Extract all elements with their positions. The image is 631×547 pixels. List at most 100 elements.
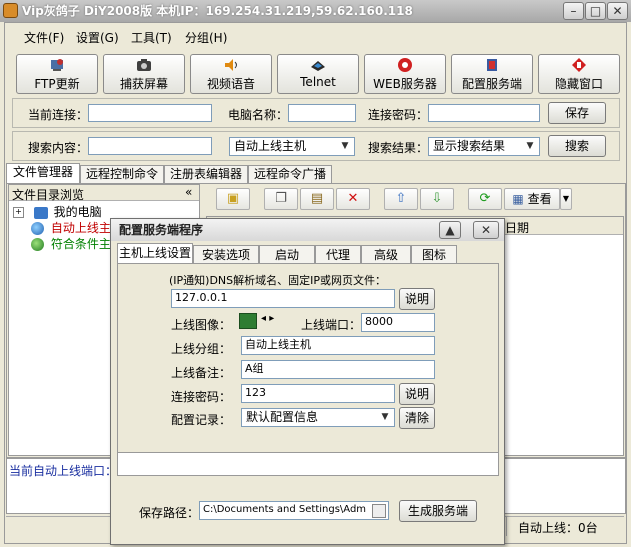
- current-connection-label: 当前连接：: [28, 108, 89, 122]
- tree-item-my-computer[interactable]: + 我的电脑: [13, 204, 102, 220]
- browse-icon[interactable]: [372, 504, 386, 518]
- collapse-icon[interactable]: «: [185, 185, 192, 199]
- generate-server-button[interactable]: 生成服务端: [399, 500, 477, 522]
- web-server-icon: [398, 58, 412, 72]
- web-server-button[interactable]: WEB服务器: [364, 54, 446, 94]
- refresh-button[interactable]: ⟳: [468, 188, 502, 210]
- upload-button[interactable]: ⇧: [384, 188, 418, 210]
- connection-password-field[interactable]: [428, 104, 540, 122]
- search-content-label: 搜索内容：: [28, 141, 89, 155]
- copy-button[interactable]: ❐: [264, 188, 298, 210]
- configure-server-button[interactable]: 配置服务端: [451, 54, 533, 94]
- computer-name-label: 电脑名称：: [228, 108, 289, 122]
- view-icon: ▦: [512, 192, 524, 206]
- search-content-field[interactable]: [88, 137, 212, 155]
- tab-install-options[interactable]: 安装选项: [193, 245, 259, 265]
- dialog-close-button[interactable]: ✕: [473, 221, 499, 239]
- minimize-button[interactable]: –: [563, 2, 584, 20]
- date-column-header[interactable]: 日期: [505, 219, 529, 236]
- globe-icon: [31, 222, 44, 235]
- view-button[interactable]: ▦ 查看: [504, 188, 560, 210]
- tab-remote-control[interactable]: 远程控制命令: [80, 165, 164, 183]
- menu-tools[interactable]: 工具(T): [131, 29, 172, 46]
- tab-startup[interactable]: 启动: [259, 245, 315, 265]
- search-result-select[interactable]: 显示搜索结果 ▼: [428, 137, 540, 156]
- capture-screen-label: 捕获屏幕: [119, 77, 168, 91]
- chevron-down-icon: ▼: [562, 194, 570, 203]
- tab-proxy[interactable]: 代理: [315, 245, 361, 265]
- telnet-icon: [311, 61, 325, 71]
- up-folder-button[interactable]: ▣: [216, 188, 250, 210]
- web-server-label: WEB服务器: [373, 77, 437, 91]
- tree-item-matching-hosts[interactable]: 符合条件主: [31, 236, 111, 252]
- refresh-icon: ⟳: [479, 191, 491, 206]
- toolbar: FTP更新 捕获屏幕 视频语音 Telnet WEB服务器 配置服务端 隐藏窗口: [16, 54, 620, 94]
- dns-field[interactable]: 127.0.0.1: [171, 289, 395, 308]
- menu-group[interactable]: 分组(H): [185, 29, 227, 46]
- ftp-update-button[interactable]: FTP更新: [16, 54, 98, 94]
- delete-button[interactable]: ✕: [336, 188, 370, 210]
- view-dropdown-button[interactable]: ▼: [560, 188, 572, 210]
- tree-header: 文件目录浏览 «: [9, 185, 199, 202]
- save-path-value: C:\Documents and Settings\Adm: [203, 504, 367, 515]
- tree-item-auto-online[interactable]: 自动上线主: [31, 220, 111, 236]
- search-type-select[interactable]: 自动上线主机 ▼: [229, 137, 355, 156]
- online-note-field[interactable]: A组: [241, 360, 435, 379]
- tab-icon[interactable]: 图标: [411, 245, 457, 265]
- telnet-button[interactable]: Telnet: [277, 54, 359, 94]
- view-label: 查看: [527, 192, 552, 206]
- video-voice-button[interactable]: 视频语音: [190, 54, 272, 94]
- monitor-icon: [239, 313, 257, 329]
- main-tab-strip: 文件管理器 远程控制命令 注册表编辑器 远程命令广播: [6, 163, 626, 185]
- tab-advanced[interactable]: 高级: [361, 245, 411, 265]
- video-voice-label: 视频语音: [206, 77, 255, 91]
- save-path-field[interactable]: C:\Documents and Settings\Adm: [199, 501, 389, 520]
- image-spin-icon[interactable]: ◂ ▸: [261, 313, 274, 324]
- config-record-label: 配置记录：: [171, 413, 232, 427]
- title-bar: Vip灰鸽子 DiY2008版 本机IP：169.254.31.219,59.6…: [0, 0, 631, 22]
- online-port-label: 上线端口：: [301, 318, 362, 332]
- dialog-minimize-button[interactable]: ▲: [439, 221, 461, 239]
- tree-item-label: 我的电脑: [53, 205, 102, 219]
- save-button[interactable]: 保存: [548, 102, 606, 124]
- config-record-select[interactable]: 默认配置信息 ▼: [241, 408, 395, 427]
- upload-icon: ⇧: [395, 191, 407, 206]
- configure-icon: [487, 59, 497, 71]
- hide-window-button[interactable]: 隐藏窗口: [538, 54, 620, 94]
- menu-file[interactable]: 文件(F): [24, 29, 64, 46]
- computer-name-field[interactable]: [288, 104, 356, 122]
- menu-settings[interactable]: 设置(G): [76, 29, 119, 46]
- clear-button[interactable]: 清除: [399, 407, 435, 429]
- menu-bar: 文件(F) 设置(G) 工具(T) 分组(H): [10, 26, 620, 48]
- app-icon: [3, 3, 18, 18]
- online-group-field[interactable]: 自动上线主机: [241, 336, 435, 355]
- search-result-label: 搜索结果：: [368, 141, 429, 155]
- online-image-label: 上线图像：: [171, 318, 232, 332]
- dns-explain-button[interactable]: 说明: [399, 288, 435, 310]
- maximize-button[interactable]: □: [585, 2, 606, 20]
- expand-icon[interactable]: +: [13, 207, 24, 218]
- tab-file-manager[interactable]: 文件管理器: [6, 163, 80, 183]
- current-connection-field[interactable]: [88, 104, 212, 122]
- chevron-down-icon: ▼: [526, 141, 534, 151]
- tab-registry-editor[interactable]: 注册表编辑器: [164, 165, 248, 183]
- search-result-value: 显示搜索结果: [433, 139, 506, 153]
- config-record-value: 默认配置信息: [246, 410, 319, 424]
- online-port-field[interactable]: 8000: [361, 313, 435, 332]
- dialog-password-field[interactable]: 123: [241, 384, 395, 403]
- configure-server-dialog: 配置服务端程序 ▲ ✕ 主机上线设置 安装选项 启动 代理 高级 图标 (IP通…: [110, 218, 505, 545]
- dialog-title: 配置服务端程序: [119, 223, 204, 237]
- download-button[interactable]: ⇩: [420, 188, 454, 210]
- connection-password-label: 连接密码：: [368, 108, 429, 122]
- paste-button[interactable]: ▤: [300, 188, 334, 210]
- tree-header-label: 文件目录浏览: [12, 188, 85, 202]
- online-note-label: 上线备注：: [171, 366, 232, 380]
- capture-screen-button[interactable]: 捕获屏幕: [103, 54, 185, 94]
- close-button[interactable]: ✕: [607, 2, 628, 20]
- chevron-down-icon: ▼: [341, 141, 349, 151]
- search-button[interactable]: 搜索: [548, 135, 606, 157]
- tab-host-online[interactable]: 主机上线设置: [117, 243, 193, 265]
- file-toolbar: ▣ ❐ ▤ ✕ ⇧ ⇩ ⟳ ▦ 查看 ▼: [216, 188, 616, 212]
- password-explain-button[interactable]: 说明: [399, 383, 435, 405]
- tab-remote-broadcast[interactable]: 远程命令广播: [248, 165, 332, 183]
